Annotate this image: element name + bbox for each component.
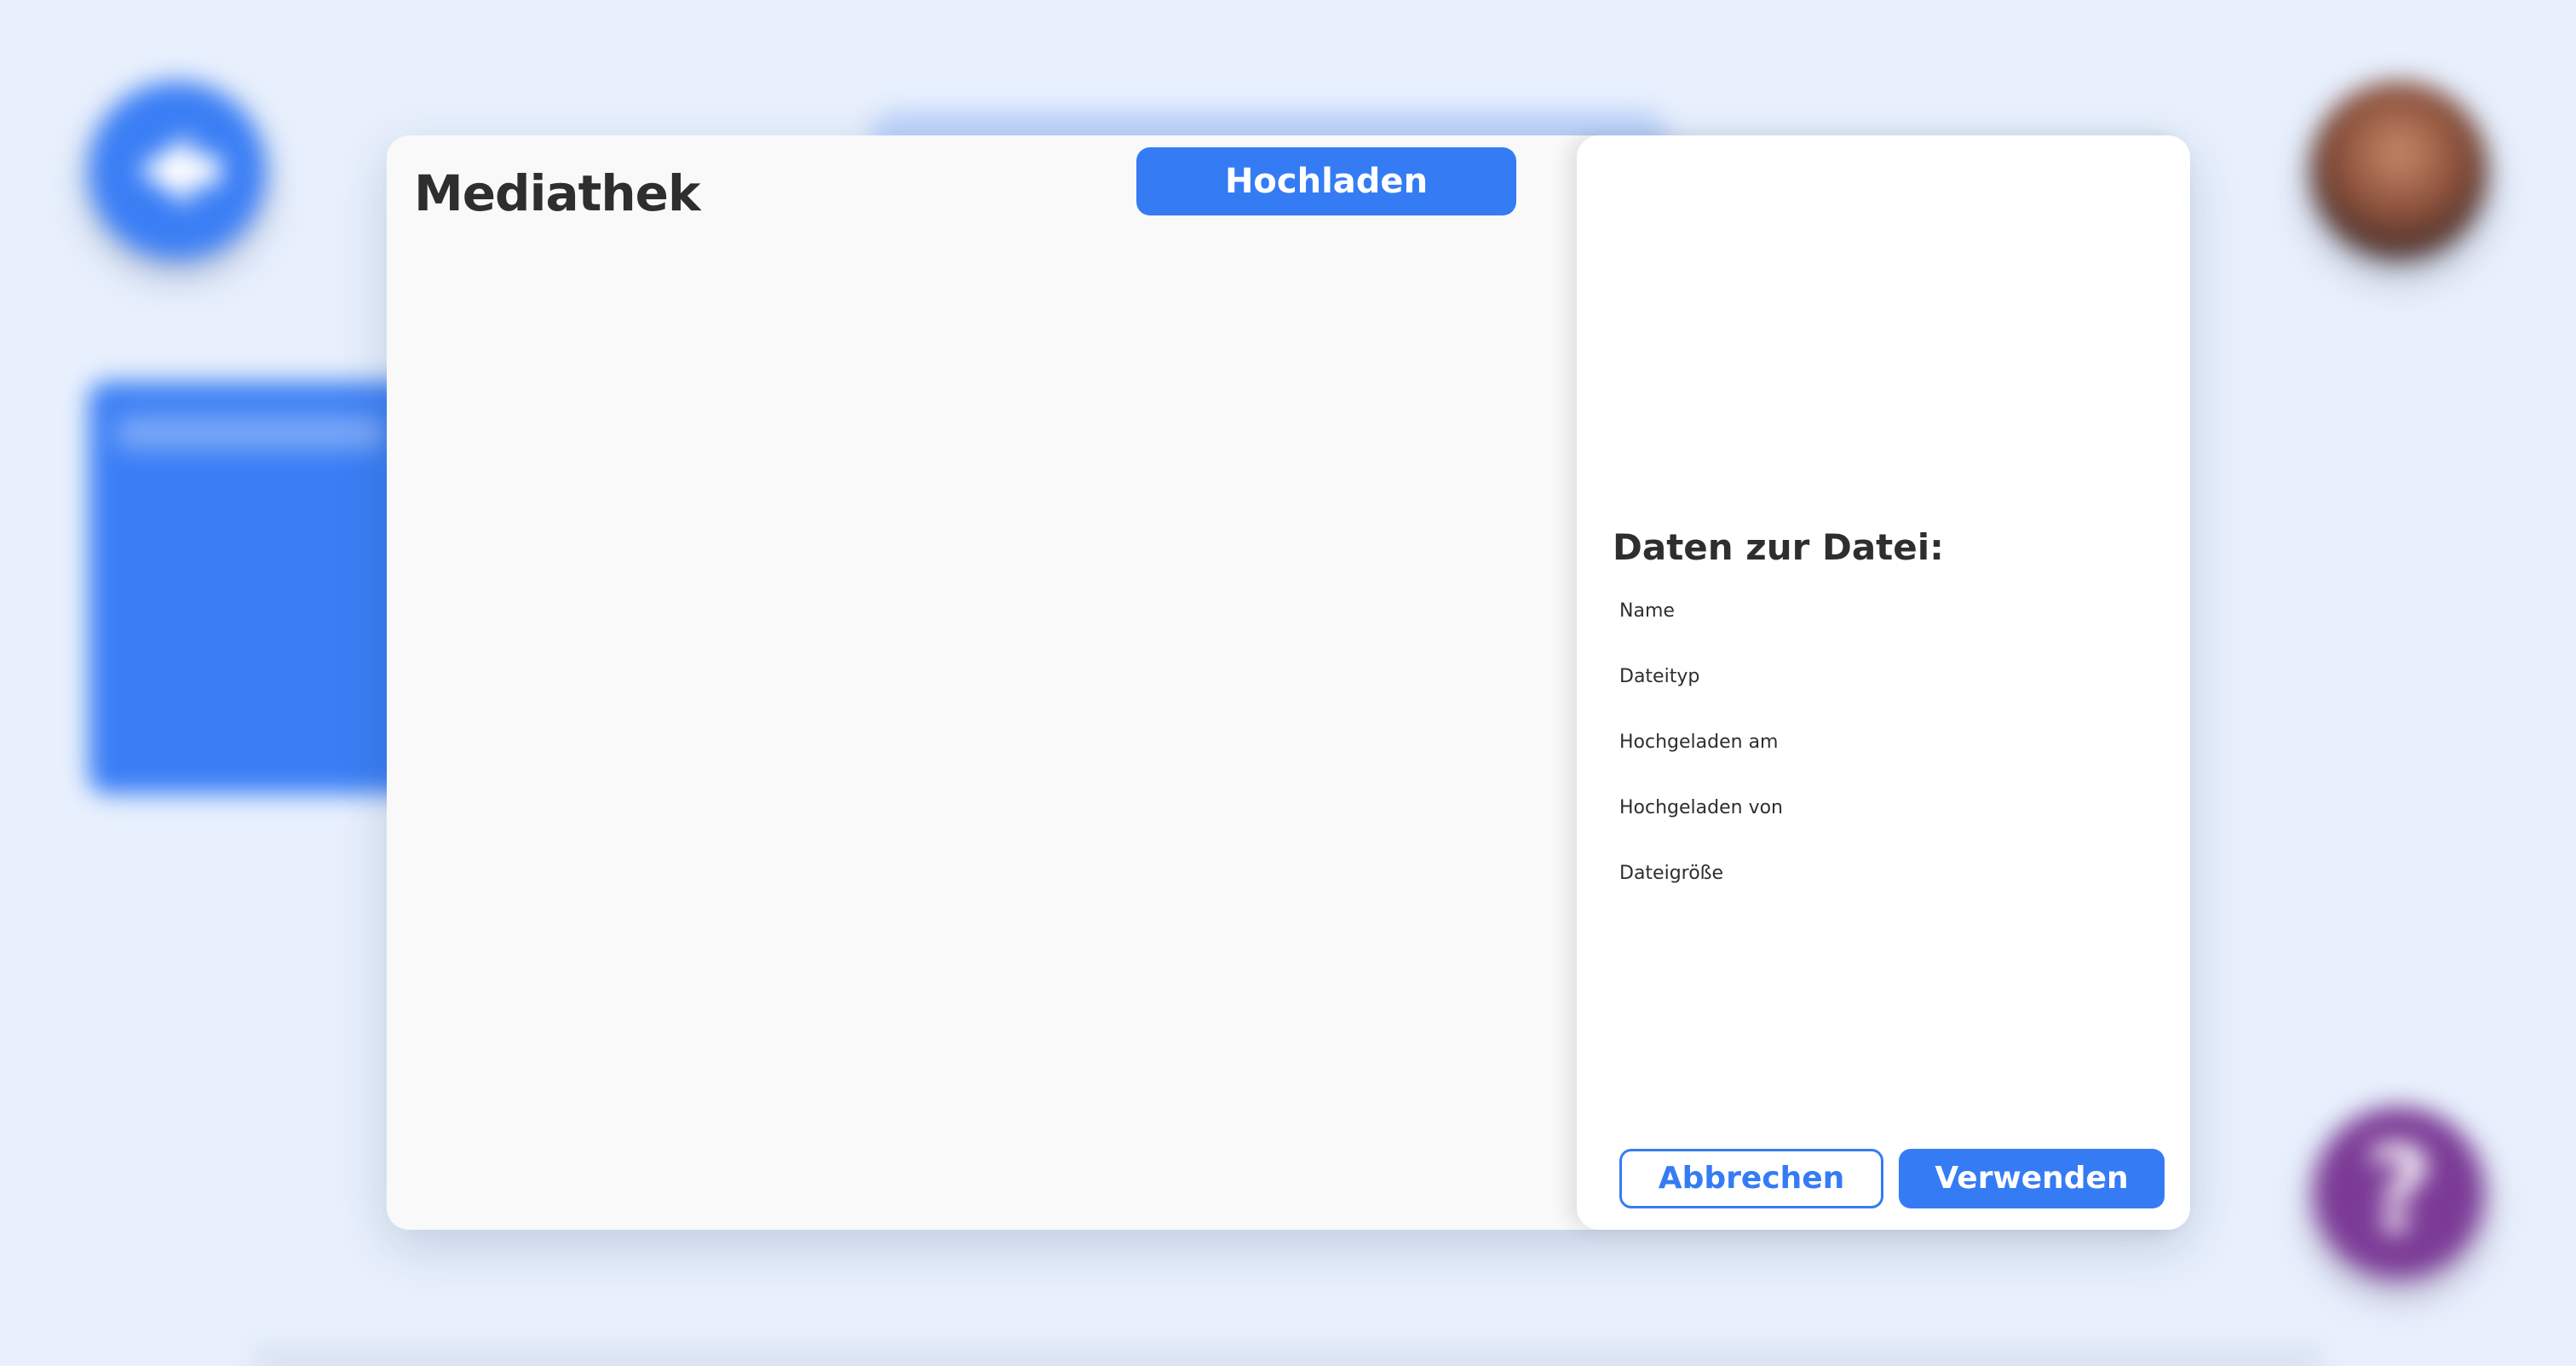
background-bottom-bar	[256, 1346, 2320, 1366]
field-name-label: Name	[1619, 600, 1675, 622]
arrow-left-icon-tail	[182, 155, 220, 186]
file-details-heading: Daten zur Datei:	[1613, 526, 1944, 568]
upload-button[interactable]: Hochladen	[1136, 147, 1516, 215]
file-details-list: Name Dateityp Hochgeladen am Hochgeladen…	[1619, 599, 1783, 927]
background-card-label	[114, 416, 387, 450]
dialog-title: Mediathek	[414, 164, 701, 222]
media-grid	[414, 255, 1547, 1208]
avatar[interactable]	[2310, 82, 2487, 259]
field-filesize-label: Dateigröße	[1619, 863, 1724, 884]
field-uploaded-by-label: Hochgeladen von	[1619, 797, 1783, 818]
cancel-button[interactable]: Abbrechen	[1619, 1149, 1883, 1208]
file-details-panel: Daten zur Datei: Name Dateityp Hochgelad…	[1577, 135, 2190, 1230]
question-mark-icon: ?	[2364, 1122, 2434, 1260]
use-button[interactable]: Verwenden	[1899, 1149, 2165, 1208]
help-button[interactable]: ?	[2314, 1107, 2484, 1277]
field-uploaded-at-label: Hochgeladen am	[1619, 732, 1779, 753]
field-filetype-label: Dateityp	[1619, 666, 1700, 687]
media-library-dialog: Mediathek Hochladen Daten zur Datei: Nam…	[387, 135, 2190, 1230]
back-button[interactable]	[89, 82, 266, 259]
